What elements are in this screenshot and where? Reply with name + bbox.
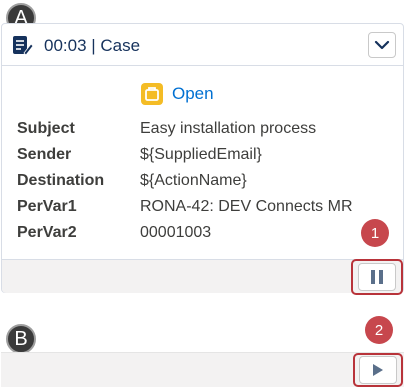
pause-icon <box>371 270 383 284</box>
collapse-button[interactable] <box>368 32 396 58</box>
field-value: ${SuppliedEmail} <box>140 146 262 163</box>
case-status-icon <box>141 83 163 105</box>
marker-2: 2 <box>365 316 393 344</box>
case-status: Open <box>140 82 214 106</box>
card-header: 00:03 | Case <box>2 24 403 66</box>
field-label: Subject <box>17 120 75 137</box>
field-label: Destination <box>17 172 105 189</box>
play-button[interactable] <box>359 356 397 384</box>
case-card: 00:03 | Case Open Subject Easy installat… <box>1 23 404 293</box>
field-label: PerVar1 <box>17 198 77 215</box>
field-label: Sender <box>17 146 72 163</box>
chevron-down-icon <box>374 40 390 50</box>
field-label: PerVar2 <box>17 224 77 241</box>
field-value: 00001003 <box>140 224 212 241</box>
case-icon <box>13 36 34 56</box>
status-label[interactable]: Open <box>172 84 214 104</box>
collapsed-card-bar <box>1 352 404 387</box>
card-title: 00:03 | Case <box>44 36 141 55</box>
marker-1: 1 <box>361 219 389 247</box>
field-value: ${ActionName} <box>140 172 247 189</box>
card-footer <box>2 259 403 293</box>
field-value: RONA-42: DEV Connects MR <box>140 198 353 215</box>
pause-button[interactable] <box>358 263 396 291</box>
play-icon <box>373 364 383 376</box>
field-value: Easy installation process <box>140 120 317 137</box>
marker-b: B <box>6 324 36 354</box>
